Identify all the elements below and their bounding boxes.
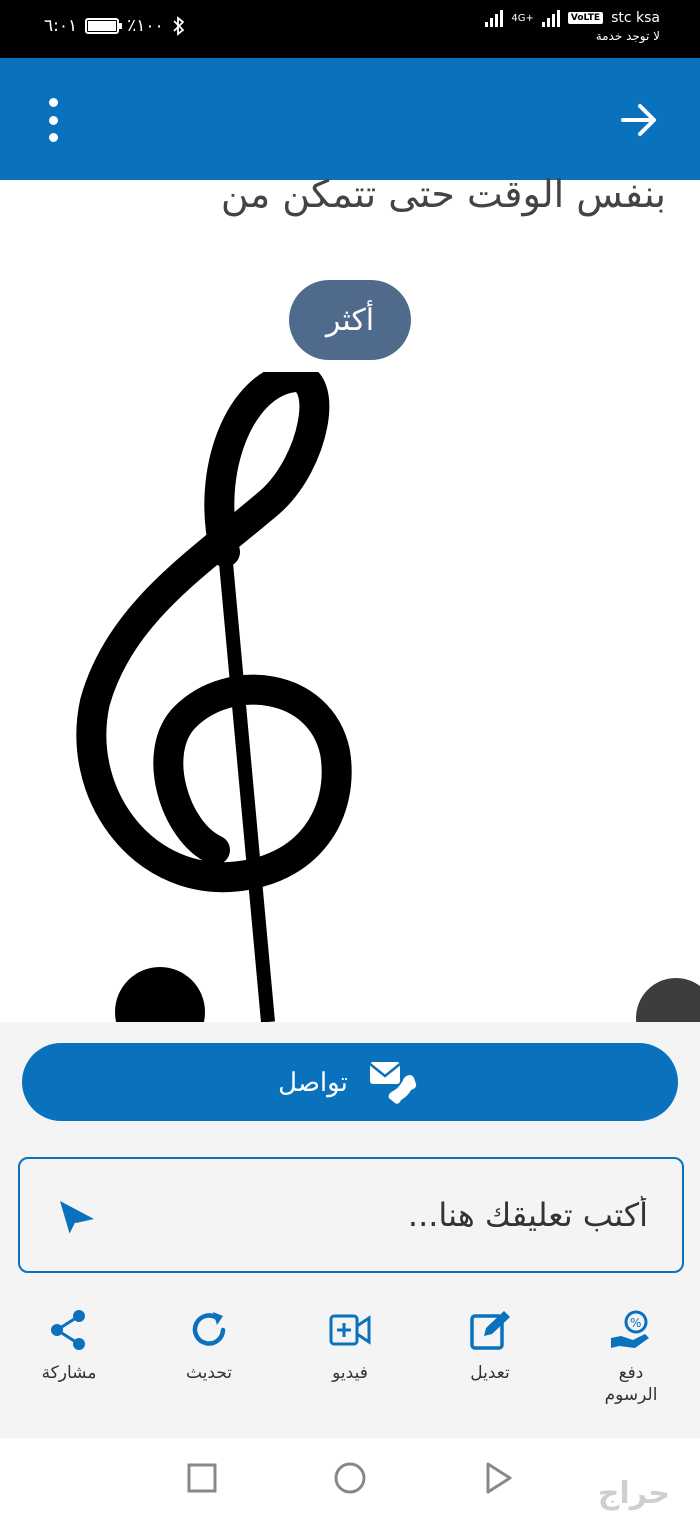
pay-fees-icon: % [611, 1310, 649, 1348]
edit-button[interactable]: تعديل [435, 1300, 545, 1384]
contact-label: تواصل [278, 1066, 348, 1097]
battery-icon [85, 18, 123, 34]
back-arrow-icon[interactable] [620, 100, 660, 140]
home-icon[interactable] [330, 1458, 370, 1498]
send-icon[interactable] [56, 1197, 96, 1237]
status-left: ٦:٠١ ٪١٠٠ [44, 16, 186, 36]
watermark-logo: حراج [597, 1476, 670, 1511]
svg-text:%: % [630, 1316, 641, 1330]
edit-icon [470, 1311, 510, 1350]
network-type: 4G+ [511, 12, 534, 24]
share-label: مشاركة [41, 1363, 97, 1383]
edit-label: تعديل [470, 1363, 510, 1383]
clock: ٦:٠١ [44, 16, 78, 36]
action-bar: مشاركة تحديث فيديو تعديل % دفع الرسوم [0, 1300, 700, 1430]
phone-mail-icon [369, 1062, 417, 1104]
share-icon [51, 1310, 85, 1350]
ad-image[interactable] [0, 372, 700, 1022]
refresh-icon [192, 1312, 226, 1346]
bluetooth-icon [173, 16, 185, 36]
no-service-text: لا توجد خدمة [595, 29, 660, 43]
comment-input[interactable] [128, 1187, 648, 1243]
refresh-button[interactable]: تحديث [154, 1300, 264, 1384]
app-bar [0, 58, 700, 180]
system-nav-bar [0, 1438, 700, 1517]
status-right: 4G+ VoLTE stc ksa لا توجد خدمة [485, 9, 660, 43]
pay-fees-label: دفع الرسوم [604, 1363, 658, 1405]
pay-fees-button[interactable]: % دفع الرسوم [576, 1300, 686, 1406]
video-add-icon [329, 1314, 371, 1346]
contact-button[interactable]: تواصل [22, 1043, 678, 1121]
video-button[interactable]: فيديو [295, 1300, 405, 1384]
battery-percent: ٪١٠٠ [127, 16, 164, 36]
signal-icon [485, 9, 504, 27]
status-bar: ٦:٠١ ٪١٠٠ 4G+ VoLTE stc ksa لا توجد خدمة [0, 0, 700, 58]
recent-apps-icon[interactable] [182, 1458, 222, 1498]
video-label: فيديو [332, 1363, 368, 1383]
more-button[interactable]: أكثر [289, 280, 411, 360]
refresh-label: تحديث [185, 1363, 233, 1383]
volte-badge: VoLTE [567, 12, 604, 24]
carrier-name: stc ksa [611, 10, 660, 26]
ad-description-text: بنفس الوقت حتى تتمكن من [220, 172, 666, 216]
more-options-icon[interactable] [36, 98, 70, 142]
comment-box[interactable] [18, 1157, 684, 1273]
signal-icon-2 [541, 9, 560, 27]
treble-clef-image [76, 372, 352, 1022]
share-button[interactable]: مشاركة [14, 1300, 124, 1384]
back-nav-icon[interactable] [478, 1458, 518, 1498]
